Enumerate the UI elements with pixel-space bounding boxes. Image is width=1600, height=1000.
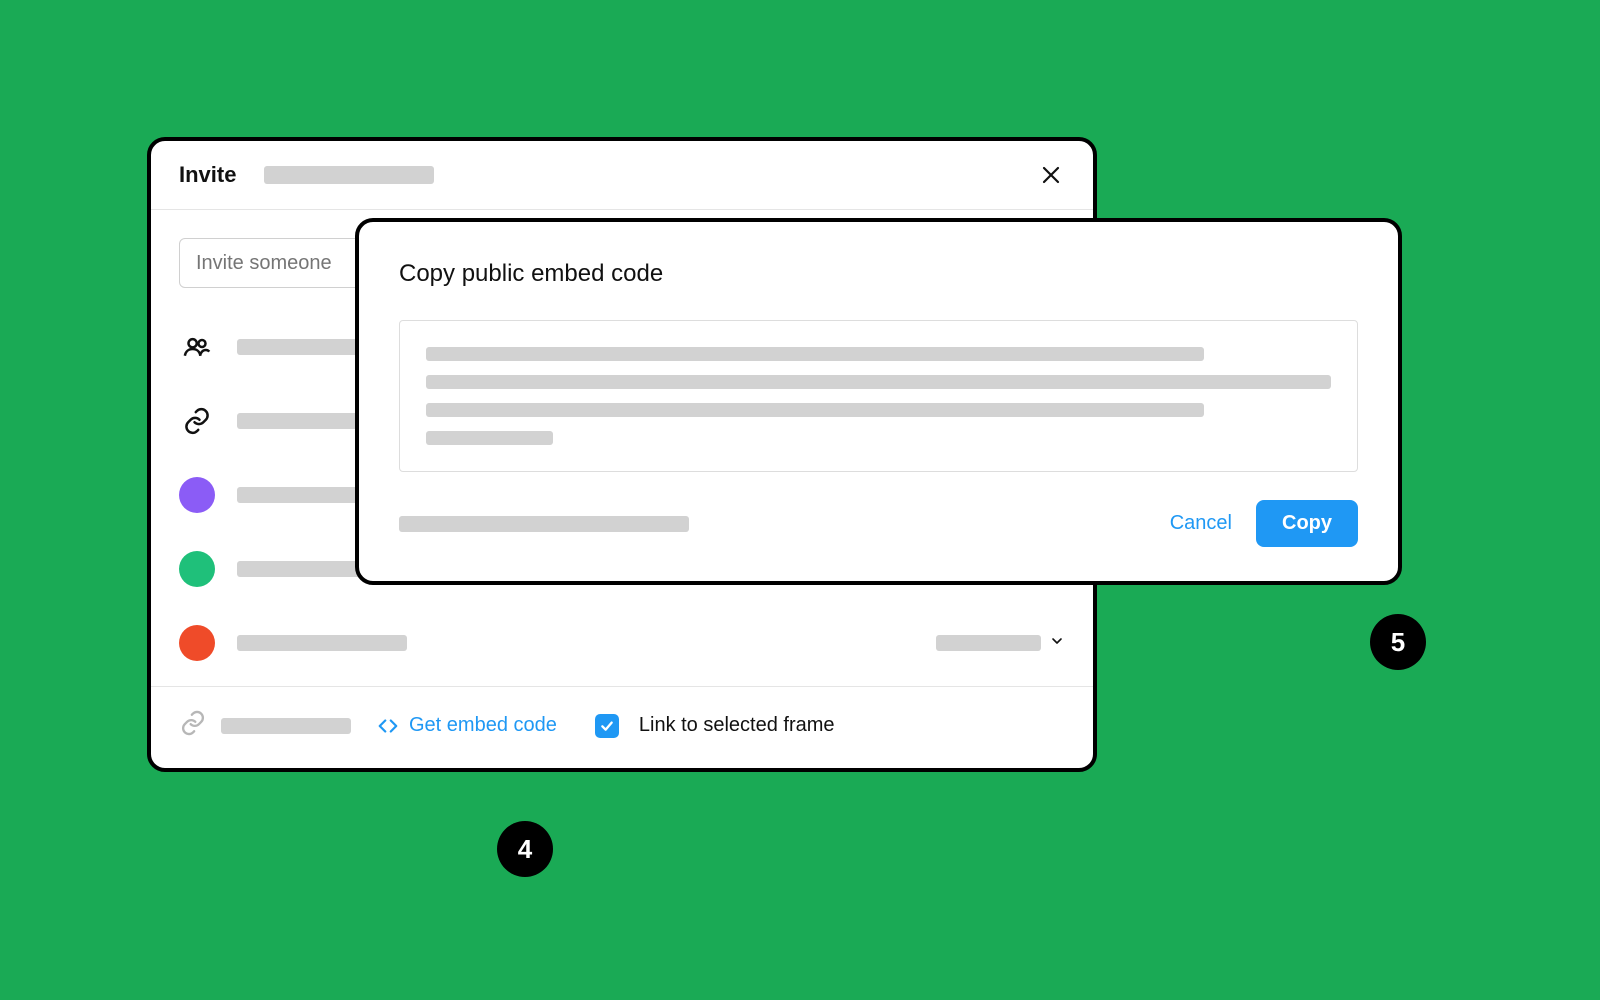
copy-button[interactable]: Copy [1256, 500, 1358, 547]
people-icon [179, 329, 215, 365]
link-icon [179, 403, 215, 439]
invite-title: Invite [179, 162, 236, 188]
link-icon [179, 709, 207, 742]
chevron-down-icon [1049, 633, 1065, 654]
annotation-badge-4: 4 [497, 821, 553, 877]
avatar [179, 477, 215, 513]
invite-dialog-header: Invite [151, 141, 1093, 210]
placeholder-bar [264, 166, 434, 184]
user-row [179, 606, 1065, 680]
close-icon [1039, 163, 1063, 187]
placeholder-bar [426, 431, 553, 445]
code-icon [377, 715, 399, 737]
placeholder-bar [426, 347, 1204, 361]
link-to-frame-label: Link to selected frame [639, 714, 835, 737]
placeholder-bar [426, 375, 1331, 389]
invite-dialog-footer: Get embed code Link to selected frame [151, 686, 1093, 768]
avatar [179, 551, 215, 587]
placeholder-bar [936, 635, 1041, 651]
link-to-frame-checkbox[interactable] [595, 714, 619, 738]
close-button[interactable] [1037, 161, 1065, 189]
get-embed-code-label: Get embed code [409, 714, 557, 737]
placeholder-bar [426, 403, 1204, 417]
embed-code-textarea[interactable] [399, 320, 1358, 472]
cancel-button[interactable]: Cancel [1170, 512, 1232, 535]
check-icon [599, 718, 615, 734]
avatar [179, 625, 215, 661]
embed-dialog-footer: Cancel Copy [399, 500, 1358, 547]
embed-code-dialog: Copy public embed code Cancel Copy [355, 218, 1402, 585]
placeholder-bar [237, 635, 407, 651]
get-embed-code-link[interactable]: Get embed code [377, 714, 557, 737]
placeholder-bar [221, 718, 351, 734]
placeholder-bar [399, 516, 689, 532]
annotation-badge-5: 5 [1370, 614, 1426, 670]
permission-dropdown[interactable] [936, 633, 1065, 654]
embed-dialog-title: Copy public embed code [399, 260, 1358, 288]
